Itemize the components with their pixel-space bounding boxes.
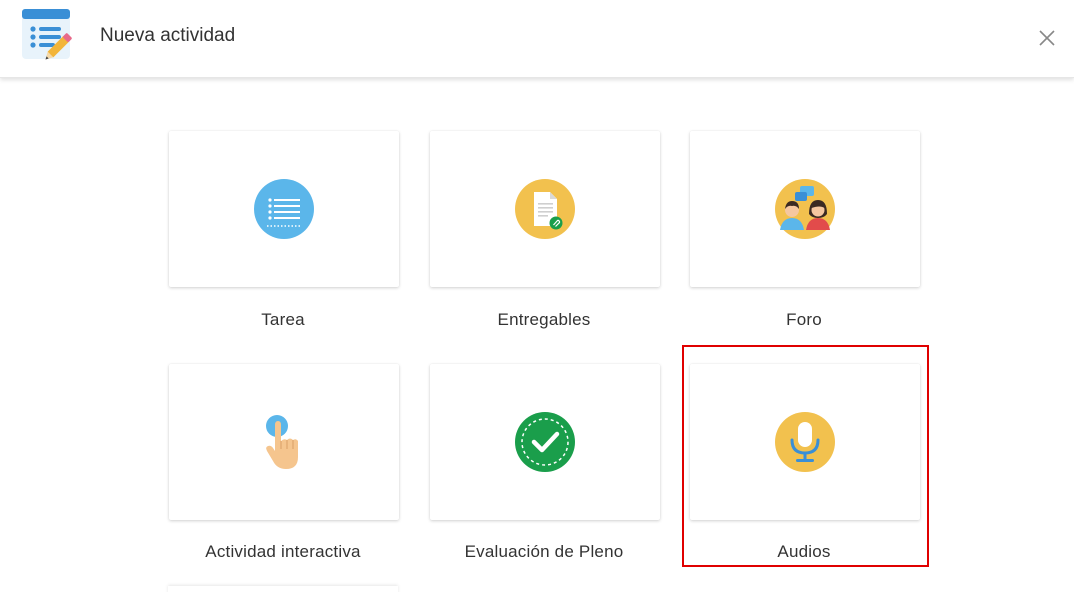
activity-tile-actividad-interactiva[interactable] xyxy=(169,364,399,520)
activity-label-foro: Foro xyxy=(786,310,822,329)
activity-tile-tarea[interactable] xyxy=(169,131,399,287)
forum-people-chat-icon xyxy=(775,179,835,239)
modal-header: Nueva actividad xyxy=(0,0,1074,78)
next-row-tile-edge xyxy=(168,586,398,592)
activity-list-edit-icon xyxy=(22,9,72,60)
activity-label-actividad-interactiva: Actividad interactiva xyxy=(205,542,361,561)
activity-tile-foro[interactable] xyxy=(690,131,920,287)
check-badge-icon xyxy=(515,412,575,472)
activity-tile-entregables[interactable] xyxy=(430,131,660,287)
activity-label-evaluacion-de-pleno: Evaluación de Pleno xyxy=(464,542,624,561)
activity-tile-evaluacion-de-pleno[interactable] xyxy=(430,364,660,520)
activity-grid: Tarea Entregables Foro Actividad interac… xyxy=(0,0,1074,592)
document-attachment-icon xyxy=(515,179,575,239)
modal-title: Nueva actividad xyxy=(100,25,236,46)
activity-label-entregables: Entregables xyxy=(497,310,591,329)
close-icon[interactable] xyxy=(1036,27,1058,49)
task-list-icon xyxy=(254,179,314,239)
activity-label-tarea: Tarea xyxy=(261,310,305,329)
activity-label-audios: Audios xyxy=(777,542,831,561)
activity-tile-audios[interactable] xyxy=(690,364,920,520)
microphone-icon xyxy=(775,412,835,472)
hand-pointer-icon xyxy=(266,415,298,469)
